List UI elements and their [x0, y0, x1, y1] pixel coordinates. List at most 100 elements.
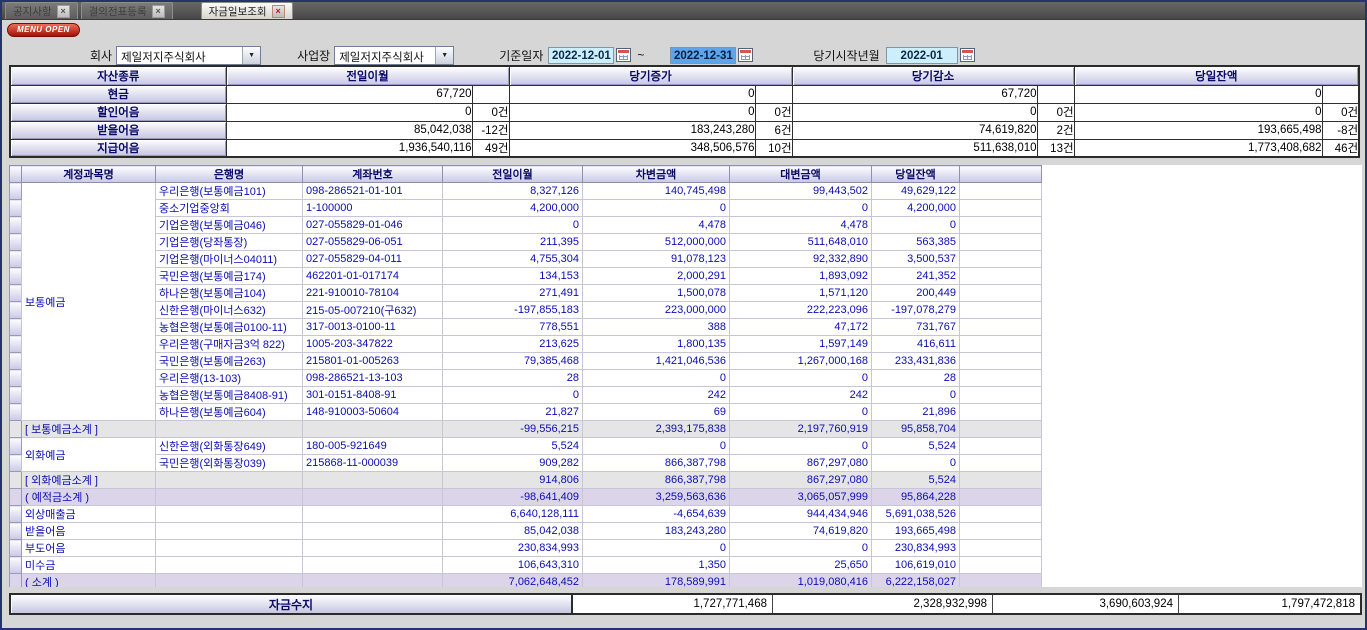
tab-close-icon[interactable]: × — [57, 5, 70, 18]
account-number-cell[interactable] — [303, 574, 443, 588]
debit-amount-cell[interactable]: 866,387,798 — [583, 455, 730, 472]
prev-balance-cell[interactable]: 271,491 — [443, 285, 583, 302]
debit-amount-cell[interactable]: 69 — [583, 404, 730, 421]
credit-amount-cell[interactable]: 944,434,946 — [730, 506, 872, 523]
account-number-cell[interactable]: 027-055829-01-046 — [303, 217, 443, 234]
debit-amount-cell[interactable]: 512,000,000 — [583, 234, 730, 251]
credit-amount-cell[interactable]: 1,893,092 — [730, 268, 872, 285]
debit-amount-cell[interactable]: 1,500,078 — [583, 285, 730, 302]
daily-balance-cell[interactable]: 230,834,993 — [872, 540, 960, 557]
daily-balance-cell[interactable]: 6,222,158,027 — [872, 574, 960, 588]
prev-balance-cell[interactable]: 106,643,310 — [443, 557, 583, 574]
tab-close-icon[interactable]: × — [272, 5, 285, 18]
debit-amount-cell[interactable]: 388 — [583, 319, 730, 336]
bank-name-cell[interactable]: 국민은행(보통예금174) — [156, 268, 303, 285]
row-indicator-cell[interactable] — [10, 234, 22, 251]
bank-name-cell[interactable]: 우리은행(구매자금3억 822) — [156, 336, 303, 353]
daily-balance-cell[interactable]: 3,500,537 — [872, 251, 960, 268]
account-number-cell[interactable]: 098-286521-01-101 — [303, 183, 443, 200]
row-indicator-cell[interactable] — [10, 489, 22, 506]
bank-name-cell[interactable]: 기업은행(당좌통장) — [156, 234, 303, 251]
credit-amount-cell[interactable]: 867,297,080 — [730, 472, 872, 489]
bank-name-cell[interactable] — [156, 506, 303, 523]
row-indicator-cell[interactable] — [10, 285, 22, 302]
bank-name-cell[interactable]: 기업은행(보통예금046) — [156, 217, 303, 234]
debit-amount-cell[interactable]: 866,387,798 — [583, 472, 730, 489]
account-group-cell[interactable]: 보통예금 — [22, 183, 156, 421]
debit-amount-cell[interactable]: 223,000,000 — [583, 302, 730, 319]
account-name-cell[interactable]: [ 외화예금소계 ] — [22, 472, 156, 489]
prev-balance-cell[interactable]: 230,834,993 — [443, 540, 583, 557]
prev-balance-cell[interactable]: 5,524 — [443, 438, 583, 455]
daily-balance-cell[interactable]: 0 — [872, 387, 960, 404]
tab-1[interactable]: 공지사항× — [5, 2, 78, 19]
debit-amount-cell[interactable]: 2,000,291 — [583, 268, 730, 285]
row-indicator-cell[interactable] — [10, 319, 22, 336]
account-name-cell[interactable]: 미수금 — [22, 557, 156, 574]
prev-balance-cell[interactable]: 79,385,468 — [443, 353, 583, 370]
account-number-cell[interactable] — [303, 540, 443, 557]
bank-name-cell[interactable] — [156, 472, 303, 489]
account-number-cell[interactable]: 148-910003-50604 — [303, 404, 443, 421]
bank-name-cell[interactable]: 농협은행(보통예금8408-91) — [156, 387, 303, 404]
debit-amount-cell[interactable]: 0 — [583, 540, 730, 557]
bank-name-cell[interactable]: 국민은행(보통예금263) — [156, 353, 303, 370]
prev-balance-cell[interactable]: 85,042,038 — [443, 523, 583, 540]
credit-amount-cell[interactable]: 47,172 — [730, 319, 872, 336]
row-indicator-cell[interactable] — [10, 387, 22, 404]
bank-name-cell[interactable]: 하나은행(보통예금604) — [156, 404, 303, 421]
credit-amount-cell[interactable]: 1,571,120 — [730, 285, 872, 302]
menu-open-button[interactable]: MENU OPEN — [7, 23, 80, 37]
daily-balance-cell[interactable]: 731,767 — [872, 319, 960, 336]
daily-balance-cell[interactable]: 21,896 — [872, 404, 960, 421]
prev-balance-cell[interactable]: -98,641,409 — [443, 489, 583, 506]
company-select[interactable]: 제일저지주식회사 ▼ — [116, 46, 261, 65]
account-number-cell[interactable] — [303, 489, 443, 506]
row-indicator-cell[interactable] — [10, 421, 22, 438]
daily-balance-cell[interactable]: 0 — [872, 455, 960, 472]
account-number-cell[interactable] — [303, 523, 443, 540]
debit-amount-cell[interactable]: -4,654,639 — [583, 506, 730, 523]
debit-amount-cell[interactable]: 0 — [583, 370, 730, 387]
daily-balance-cell[interactable]: 5,691,038,526 — [872, 506, 960, 523]
row-indicator-cell[interactable] — [10, 370, 22, 387]
row-indicator-cell[interactable] — [10, 523, 22, 540]
date-to-input[interactable]: 2022-12-31 — [670, 47, 736, 64]
daily-balance-cell[interactable]: 233,431,836 — [872, 353, 960, 370]
row-indicator-cell[interactable] — [10, 353, 22, 370]
row-indicator-cell[interactable] — [10, 506, 22, 523]
credit-amount-cell[interactable]: 25,650 — [730, 557, 872, 574]
bank-name-cell[interactable] — [156, 540, 303, 557]
row-indicator-cell[interactable] — [10, 455, 22, 472]
credit-amount-cell[interactable]: 0 — [730, 438, 872, 455]
account-name-cell[interactable]: [ 보통예금소계 ] — [22, 421, 156, 438]
tab-2[interactable]: 결의전표등록× — [81, 2, 173, 19]
credit-amount-cell[interactable]: 74,619,820 — [730, 523, 872, 540]
chevron-down-icon[interactable]: ▼ — [242, 47, 260, 64]
account-name-cell[interactable]: ( 소계 ) — [22, 574, 156, 588]
bank-name-cell[interactable] — [156, 523, 303, 540]
row-indicator-cell[interactable] — [10, 251, 22, 268]
start-month-input[interactable]: 2022-01 — [886, 47, 958, 64]
account-number-cell[interactable]: 098-286521-13-103 — [303, 370, 443, 387]
account-number-cell[interactable]: 215868-11-000039 — [303, 455, 443, 472]
daily-balance-cell[interactable]: 0 — [872, 217, 960, 234]
daily-balance-cell[interactable]: 95,858,704 — [872, 421, 960, 438]
bank-name-cell[interactable]: 우리은행(13-103) — [156, 370, 303, 387]
prev-balance-cell[interactable]: 7,062,648,452 — [443, 574, 583, 588]
credit-amount-cell[interactable]: 222,223,096 — [730, 302, 872, 319]
account-number-cell[interactable]: 215-05-007210(구632) — [303, 302, 443, 319]
credit-amount-cell[interactable]: 2,197,760,919 — [730, 421, 872, 438]
bank-name-cell[interactable]: 중소기업중앙회 — [156, 200, 303, 217]
prev-balance-cell[interactable]: 21,827 — [443, 404, 583, 421]
account-group-cell[interactable]: 외화예금 — [22, 438, 156, 472]
bank-name-cell[interactable]: 기업은행(마이너스04011) — [156, 251, 303, 268]
prev-balance-cell[interactable]: 211,395 — [443, 234, 583, 251]
credit-amount-cell[interactable]: 4,478 — [730, 217, 872, 234]
daily-balance-cell[interactable]: 5,524 — [872, 438, 960, 455]
account-name-cell[interactable]: 부도어음 — [22, 540, 156, 557]
credit-amount-cell[interactable]: 242 — [730, 387, 872, 404]
account-number-cell[interactable] — [303, 557, 443, 574]
site-select[interactable]: 제일저지주식회사 ▼ — [334, 46, 454, 65]
row-indicator-cell[interactable] — [10, 183, 22, 200]
